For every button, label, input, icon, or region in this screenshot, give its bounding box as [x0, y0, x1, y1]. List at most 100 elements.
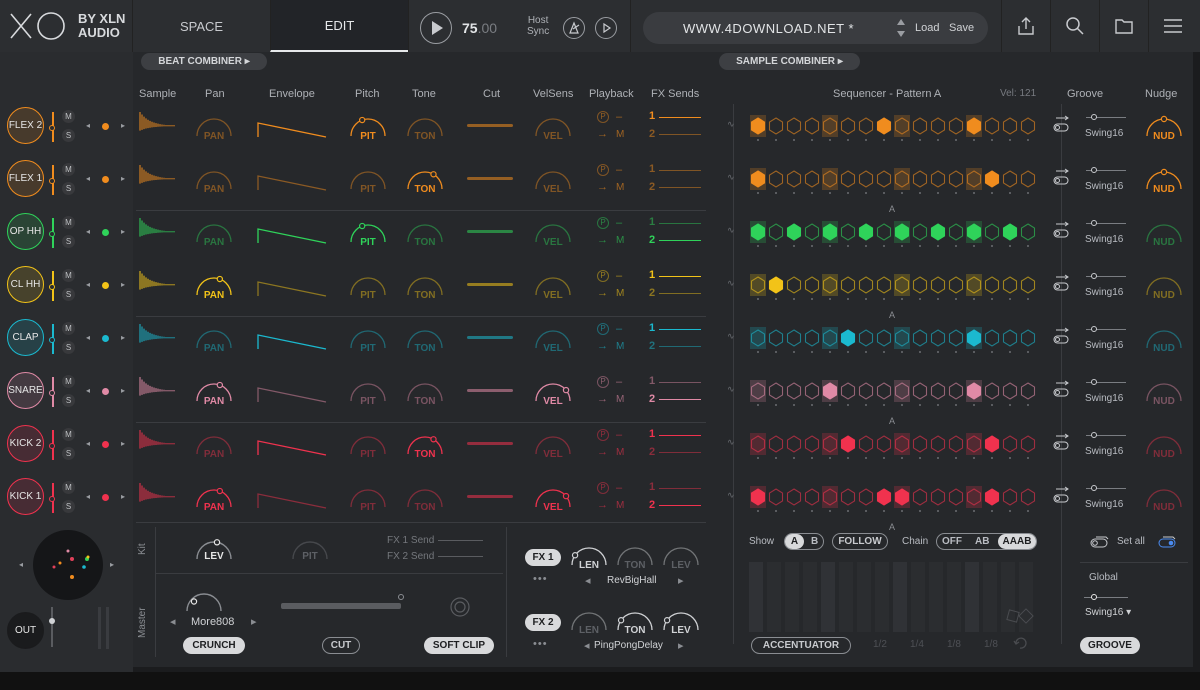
step-op-hh-2[interactable] — [768, 223, 784, 241]
step-clap-12[interactable] — [948, 329, 964, 347]
step-kick-2-9[interactable] — [894, 435, 910, 453]
step-kick-2-6[interactable] — [840, 435, 856, 453]
accentuator-grid[interactable] — [749, 562, 1036, 632]
groove-link-icon-cl-hh[interactable] — [1052, 273, 1072, 293]
fx1-next[interactable]: ▸ — [678, 574, 684, 587]
groove-link-icon-clap[interactable] — [1052, 326, 1072, 346]
accent-bar[interactable] — [965, 562, 979, 632]
step-snare-13[interactable] — [966, 382, 982, 400]
mute-button-clap[interactable]: M — [62, 322, 75, 335]
groove-link-icon-op-hh[interactable] — [1052, 220, 1072, 240]
preset-updown-icon[interactable] — [896, 17, 906, 39]
step-kick-1-9[interactable] — [894, 488, 910, 506]
chain-ab[interactable]: AB — [975, 536, 989, 547]
step-kick-1-4[interactable] — [804, 488, 820, 506]
step-cl-hh-6[interactable] — [840, 276, 856, 294]
step-clap-16[interactable] — [1020, 329, 1036, 347]
step-kick-1-2[interactable] — [768, 488, 784, 506]
step-op-hh-12[interactable] — [948, 223, 964, 241]
fx2-send-slider-flex-2[interactable] — [659, 134, 701, 135]
step-clap-9[interactable] — [894, 329, 910, 347]
step-snare-2[interactable] — [768, 382, 784, 400]
step-op-hh-6[interactable] — [840, 223, 856, 241]
step-flex-2-4[interactable] — [804, 117, 820, 135]
step-flex-1-9[interactable] — [894, 170, 910, 188]
step-kick-2-7[interactable] — [858, 435, 874, 453]
fx2-send-slider-clap[interactable] — [659, 346, 701, 347]
accent-bar[interactable] — [893, 562, 907, 632]
step-op-hh-8[interactable] — [876, 223, 892, 241]
next-sample-op-hh[interactable]: ▸ — [121, 227, 125, 236]
playback-mode-cl-hh[interactable]: P — [597, 270, 609, 282]
prev-sample-kick-1[interactable]: ◂ — [86, 492, 90, 501]
fx2-next[interactable]: ▸ — [678, 639, 684, 652]
step-snare-1[interactable] — [750, 382, 766, 400]
step-snare-12[interactable] — [948, 382, 964, 400]
fx1-send-slider-kick-2[interactable] — [659, 435, 701, 436]
groove-link-icon-flex-1[interactable] — [1052, 167, 1072, 187]
step-kick-1-12[interactable] — [948, 488, 964, 506]
step-cl-hh-2[interactable] — [768, 276, 784, 294]
step-snare-5[interactable] — [822, 382, 838, 400]
fx2-send-slider-op-hh[interactable] — [659, 240, 701, 241]
accentuator-button[interactable]: ACCENTUATOR — [751, 637, 851, 654]
step-flex-2-12[interactable] — [948, 117, 964, 135]
tab-edit[interactable]: EDIT — [270, 0, 408, 52]
prev-sample-flex-2[interactable]: ◂ — [86, 121, 90, 130]
pad-level-handle-flex-2[interactable] — [49, 125, 55, 131]
playback-mode-flex-2[interactable]: P — [597, 111, 609, 123]
next-sample-flex-2[interactable]: ▸ — [121, 121, 125, 130]
step-flex-2-6[interactable] — [840, 117, 856, 135]
browser-button[interactable] — [1099, 0, 1147, 52]
step-clap-1[interactable] — [750, 329, 766, 347]
xy-left-arrow[interactable]: ◂ — [19, 560, 23, 569]
pad-level-handle-snare[interactable] — [49, 390, 55, 396]
fx2-send-slider-snare[interactable] — [659, 399, 701, 400]
step-flex-2-8[interactable] — [876, 117, 892, 135]
groove-slider-handle-flex-1[interactable] — [1091, 167, 1097, 173]
step-flex-1-11[interactable] — [930, 170, 946, 188]
sample-waveform-kick-1[interactable] — [138, 482, 178, 512]
fx1-button[interactable]: FX 1 — [525, 549, 561, 566]
step-cl-hh-15[interactable] — [1002, 276, 1018, 294]
step-kick-2-8[interactable] — [876, 435, 892, 453]
envelope-cl-hh[interactable] — [256, 272, 330, 302]
step-cl-hh-12[interactable] — [948, 276, 964, 294]
solo-button-snare[interactable]: S — [62, 394, 75, 407]
undo-icon[interactable] — [1012, 635, 1028, 651]
step-cl-hh-7[interactable] — [858, 276, 874, 294]
step-flex-1-10[interactable] — [912, 170, 928, 188]
step-flex-2-3[interactable] — [786, 117, 802, 135]
crunch-knob[interactable] — [183, 585, 225, 615]
step-kick-1-5[interactable] — [822, 488, 838, 506]
fx2-send-slider-kick-2[interactable] — [659, 452, 701, 453]
step-flex-2-15[interactable] — [1002, 117, 1018, 135]
sample-waveform-snare[interactable] — [138, 376, 178, 406]
metronome-button[interactable] — [563, 17, 585, 39]
accent-bar[interactable] — [839, 562, 853, 632]
pad-op-hh[interactable]: OP HH — [7, 213, 44, 250]
prev-sample-flex-1[interactable]: ◂ — [86, 174, 90, 183]
accent-bar[interactable] — [911, 562, 925, 632]
step-op-hh-4[interactable] — [804, 223, 820, 241]
fx1-send-slider-flex-1[interactable] — [659, 170, 701, 171]
mute-button-flex-2[interactable]: M — [62, 110, 75, 123]
sample-waveform-op-hh[interactable] — [138, 217, 178, 247]
envelope-flex-2[interactable] — [256, 113, 330, 143]
fx1-more-icon[interactable]: ••• — [533, 573, 548, 585]
pad-level-handle-clap[interactable] — [49, 337, 55, 343]
step-kick-2-16[interactable] — [1020, 435, 1036, 453]
step-clap-14[interactable] — [984, 329, 1000, 347]
fx2-send-slider-cl-hh[interactable] — [659, 293, 701, 294]
groove-link-icon-snare[interactable] — [1052, 379, 1072, 399]
chain-aaab[interactable]: AAAB — [998, 534, 1036, 549]
step-flex-2-5[interactable] — [822, 117, 838, 135]
step-kick-1-14[interactable] — [984, 488, 1000, 506]
step-snare-6[interactable] — [840, 382, 856, 400]
step-flex-2-11[interactable] — [930, 117, 946, 135]
cut-slider-clap[interactable] — [467, 336, 513, 339]
play-button[interactable] — [420, 12, 452, 44]
accent-bar[interactable] — [947, 562, 961, 632]
follow-button[interactable]: FOLLOW — [832, 533, 888, 550]
accent-bar[interactable] — [929, 562, 943, 632]
